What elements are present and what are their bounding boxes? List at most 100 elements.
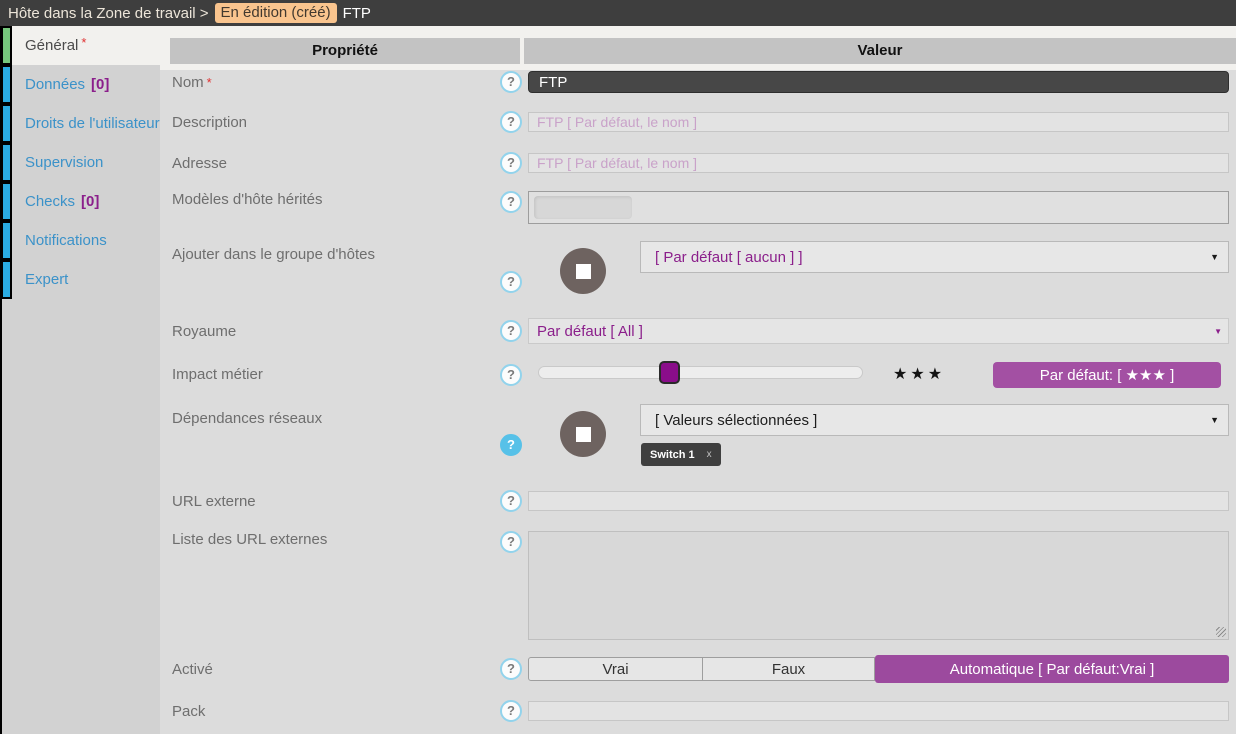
- sidebar-item-label: Notifications: [25, 232, 107, 249]
- required-asterisk: *: [81, 35, 87, 50]
- field-label: URL externe: [172, 492, 256, 510]
- count-badge: [0]: [91, 76, 110, 93]
- help-icon[interactable]: ?: [500, 658, 522, 680]
- table-header: Propriété Valeur: [160, 26, 1236, 70]
- breadcrumb-bar: Hôte dans la Zone de travail > En éditio…: [0, 0, 1236, 26]
- help-icon[interactable]: ?: [500, 191, 522, 213]
- help-icon[interactable]: ?: [500, 531, 522, 553]
- help-icon[interactable]: ?: [500, 434, 522, 456]
- dropdown-value: [ Valeurs sélectionnées ]: [655, 411, 818, 429]
- required-asterisk: *: [206, 74, 212, 90]
- chevron-down-icon: ▼: [1210, 252, 1219, 262]
- dropdown-value: [ Par défaut [ aucun ] ]: [655, 248, 803, 266]
- description-input[interactable]: [528, 112, 1229, 132]
- sidebar-item-checks[interactable]: Checks [0]: [2, 182, 160, 221]
- row-royaume: Royaume ? Par défaut [ All ] ▼: [160, 318, 1236, 344]
- sidebar-item-donnees[interactable]: Données [0]: [2, 65, 160, 104]
- field-label: Adresse: [172, 154, 228, 172]
- field-label: Liste des URL externes: [172, 531, 328, 548]
- sidebar-item-label: Checks: [25, 193, 76, 210]
- sidebar-item-general[interactable]: Général *: [2, 26, 160, 65]
- royaume-select[interactable]: Par défaut [ All ] ▼: [528, 318, 1229, 344]
- active-toggle-group: Vrai Faux Automatique [ Par défaut:Vrai …: [528, 655, 1229, 683]
- impact-default-button[interactable]: Par défaut: [ ★★★ ]: [993, 362, 1221, 388]
- nom-input[interactable]: [528, 71, 1229, 93]
- row-pack: Pack ?: [160, 700, 1236, 722]
- stop-square-icon: [575, 426, 591, 442]
- impact-slider-track[interactable]: [538, 361, 863, 384]
- field-label: Description: [172, 113, 248, 131]
- help-icon[interactable]: ?: [500, 490, 522, 512]
- tab-bar: [2, 182, 12, 221]
- pack-input[interactable]: [528, 701, 1229, 721]
- help-icon[interactable]: ?: [500, 320, 522, 342]
- tag-label: Switch 1: [650, 448, 695, 461]
- chevron-down-icon: ▼: [1214, 326, 1222, 336]
- column-header-property: Propriété: [170, 38, 520, 64]
- set-toggle-button[interactable]: [560, 248, 606, 294]
- chevron-down-icon: ▼: [1210, 415, 1219, 425]
- row-dependances-reseaux: Dépendances réseaux ? [ Valeurs sélectio…: [160, 404, 1236, 466]
- empty-token-field[interactable]: [534, 196, 632, 219]
- help-icon[interactable]: ?: [500, 152, 522, 174]
- groupe-hotes-dropdown[interactable]: [ Par défaut [ aucun ] ] ▼: [640, 241, 1229, 273]
- impact-stars-indicator: ★★★: [893, 366, 946, 383]
- sidebar-item-label: Général: [25, 37, 79, 54]
- resize-handle-icon[interactable]: [1216, 627, 1226, 637]
- help-icon[interactable]: ?: [500, 363, 522, 386]
- field-label: Dépendances réseaux: [172, 410, 323, 427]
- field-label: Ajouter dans le groupe d'hôtes: [172, 246, 376, 263]
- row-liste-url-externes: Liste des URL externes ?: [160, 531, 1236, 640]
- page-title: FTP: [342, 4, 371, 22]
- field-label: Royaume: [172, 322, 237, 340]
- impact-slider-handle[interactable]: [659, 361, 680, 384]
- breadcrumb: Hôte dans la Zone de travail >: [8, 4, 209, 22]
- set-toggle-button[interactable]: [560, 411, 606, 457]
- row-modeles-hote: Modèles d'hôte hérités ?: [160, 191, 1236, 224]
- url-externe-input[interactable]: [528, 491, 1229, 511]
- sidebar: Général * Données [0] Droits de l'utilisat…: [0, 26, 160, 734]
- sidebar-item-droits-utilisateur[interactable]: Droits de l'utilisateur: [2, 104, 160, 143]
- help-icon[interactable]: ?: [500, 111, 522, 133]
- row-adresse: Adresse ?: [160, 152, 1236, 174]
- help-icon[interactable]: ?: [500, 700, 522, 722]
- row-impact-metier: Impact métier ? ★★★ Par défaut: [ ★★★ ]: [160, 361, 1236, 388]
- field-label: Pack: [172, 702, 206, 720]
- dependances-dropdown[interactable]: [ Valeurs sélectionnées ] ▼: [640, 404, 1229, 436]
- tab-bar: [2, 104, 12, 143]
- tab-bar: [2, 143, 12, 182]
- modeles-token-input[interactable]: [528, 191, 1229, 224]
- row-description: Description ?: [160, 111, 1236, 133]
- adresse-input[interactable]: [528, 153, 1229, 173]
- remove-tag-icon[interactable]: x: [707, 449, 712, 460]
- active-tab-bar: [2, 26, 12, 65]
- sidebar-item-label: Droits de l'utilisateur: [25, 115, 160, 132]
- vrai-button[interactable]: Vrai: [528, 657, 703, 681]
- help-icon[interactable]: ?: [500, 71, 522, 93]
- selected-tag-switch1: Switch 1 x: [641, 443, 721, 466]
- sidebar-item-expert[interactable]: Expert: [2, 260, 160, 299]
- tab-bar: [2, 221, 12, 260]
- sidebar-item-notifications[interactable]: Notifications: [2, 221, 160, 260]
- tab-bar: [2, 65, 12, 104]
- liste-url-textarea[interactable]: [528, 531, 1229, 640]
- form-panel: Propriété Valeur Nom* ? Description ?: [160, 26, 1236, 734]
- stop-square-icon: [575, 263, 591, 279]
- sidebar-item-label: Supervision: [25, 154, 104, 171]
- field-label: Nom *: [172, 73, 212, 91]
- row-url-externe: URL externe ?: [160, 490, 1236, 512]
- sidebar-item-label: Données: [25, 76, 86, 93]
- count-badge: [0]: [81, 193, 100, 210]
- field-label: Activé: [172, 660, 213, 678]
- help-icon[interactable]: ?: [500, 271, 522, 293]
- field-label: Impact métier: [172, 366, 263, 383]
- row-active: Activé ? Vrai Faux Automatique [ Par déf…: [160, 655, 1236, 683]
- row-nom: Nom * ?: [160, 71, 1236, 93]
- row-groupe-hotes: Ajouter dans le groupe d'hôtes ? [ Par d…: [160, 241, 1236, 294]
- tab-bar: [2, 260, 12, 299]
- automatique-button[interactable]: Automatique [ Par défaut:Vrai ]: [875, 655, 1229, 683]
- faux-button[interactable]: Faux: [702, 657, 875, 681]
- sidebar-item-supervision[interactable]: Supervision: [2, 143, 160, 182]
- column-header-value: Valeur: [524, 38, 1236, 64]
- sidebar-item-label: Expert: [25, 271, 69, 288]
